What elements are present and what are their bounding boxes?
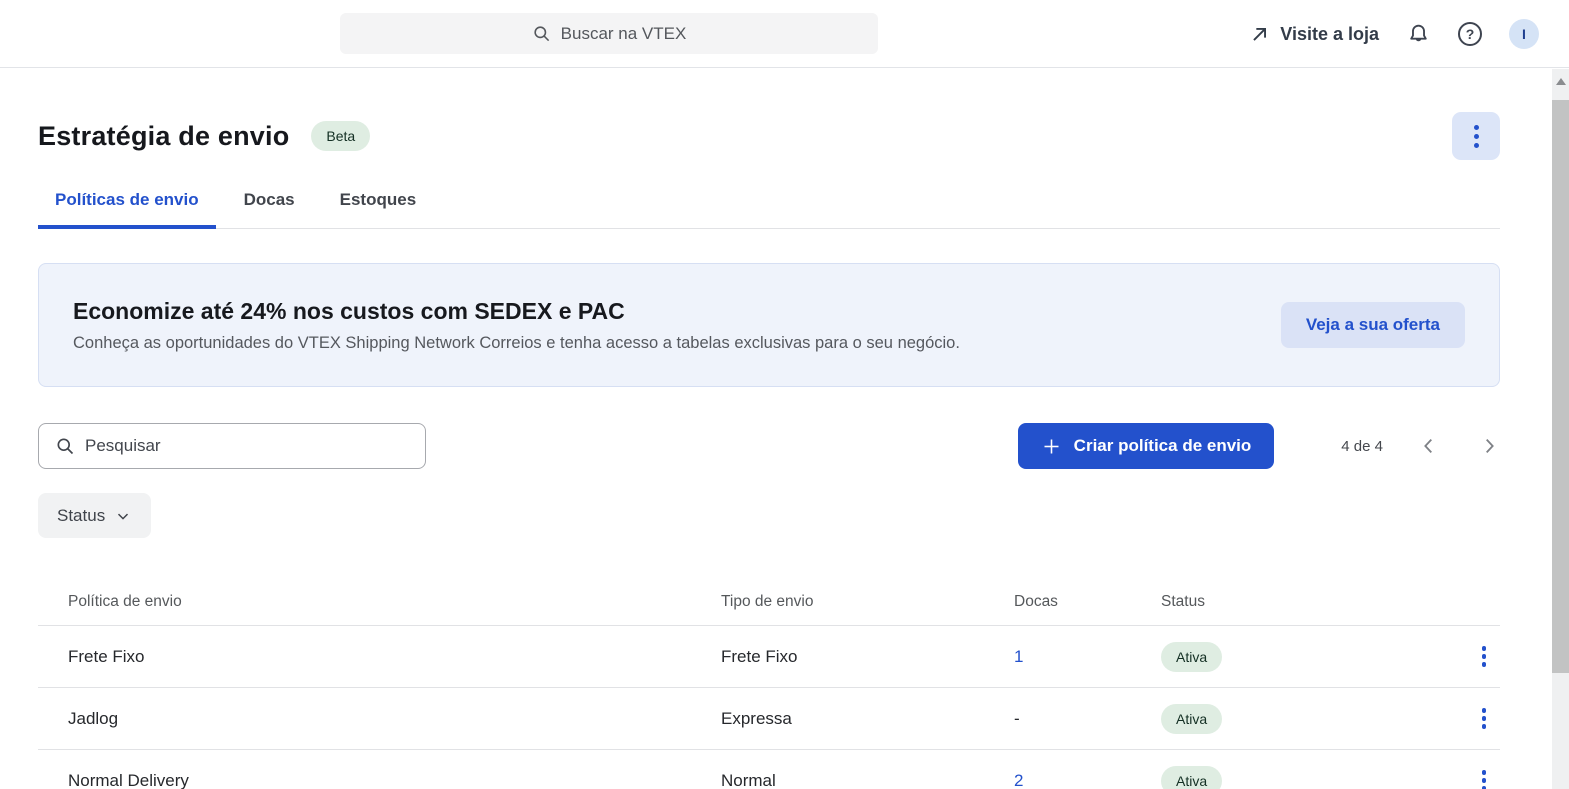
scroll-up-arrow-icon[interactable]: [1556, 78, 1566, 85]
pagination-prev-button[interactable]: [1418, 435, 1440, 457]
status-badge: Ativa: [1161, 642, 1222, 672]
arrow-up-right-icon: [1250, 25, 1269, 44]
search-icon: [532, 24, 551, 43]
kebab-icon: [1482, 708, 1487, 713]
see-offer-button[interactable]: Veja a sua oferta: [1281, 302, 1465, 348]
chevron-down-icon: [114, 507, 132, 525]
notifications-button[interactable]: [1406, 22, 1431, 47]
row-kebab-menu-button[interactable]: [1476, 764, 1493, 789]
table-row[interactable]: Jadlog Expressa - Ativa: [38, 688, 1500, 750]
visit-store-link[interactable]: Visite a loja: [1250, 24, 1379, 45]
topbar: Buscar na VTEX Visite a loja ? I: [0, 0, 1569, 68]
search-input[interactable]: [38, 423, 426, 469]
main-content: Estratégia de envio Beta Políticas de en…: [38, 68, 1500, 789]
promo-banner-title: Economize até 24% nos custos com SEDEX e…: [73, 298, 960, 325]
tab-bar: Políticas de envio Docas Estoques: [38, 190, 1500, 229]
search-icon: [55, 436, 75, 456]
pagination-count: 4 de 4: [1341, 438, 1383, 455]
global-search-placeholder: Buscar na VTEX: [561, 24, 687, 44]
tab-estoques[interactable]: Estoques: [323, 190, 434, 229]
avatar[interactable]: I: [1509, 19, 1539, 49]
status-filter-dropdown[interactable]: Status: [38, 493, 151, 538]
vertical-scrollbar[interactable]: [1552, 69, 1569, 789]
column-header-status: Status: [1161, 593, 1448, 611]
kebab-icon: [1474, 125, 1479, 130]
visit-store-label: Visite a loja: [1280, 24, 1379, 45]
docks-count-link[interactable]: 1: [1014, 647, 1023, 666]
status-badge: Ativa: [1161, 766, 1222, 789]
row-kebab-menu-button[interactable]: [1476, 702, 1493, 735]
row-kebab-menu-button[interactable]: [1476, 640, 1493, 673]
docks-count-link[interactable]: 2: [1014, 771, 1023, 789]
help-button[interactable]: ?: [1458, 22, 1482, 46]
title-group: Estratégia de envio Beta: [38, 121, 370, 152]
promo-banner-description: Conheça as oportunidades do VTEX Shippin…: [73, 334, 960, 353]
column-header-policy: Política de envio: [68, 593, 721, 611]
toolbar-right: Criar política de envio 4 de 4: [1018, 423, 1500, 469]
chevron-right-icon: [1478, 435, 1500, 457]
cell-shipping-type: Frete Fixo: [721, 647, 1014, 667]
kebab-icon: [1482, 770, 1487, 775]
search-field-wrap: [38, 423, 426, 469]
create-button-label: Criar política de envio: [1074, 436, 1252, 456]
table-header-row: Política de envio Tipo de envio Docas St…: [38, 578, 1500, 626]
status-badge: Ativa: [1161, 704, 1222, 734]
cell-policy: Normal Delivery: [68, 771, 721, 789]
shipping-policies-table: Política de envio Tipo de envio Docas St…: [38, 578, 1500, 789]
question-icon: ?: [1458, 22, 1482, 46]
promo-banner-text: Economize até 24% nos custos com SEDEX e…: [73, 298, 960, 353]
global-search-input[interactable]: Buscar na VTEX: [340, 13, 878, 54]
table-row[interactable]: Normal Delivery Normal 2 Ativa: [38, 750, 1500, 789]
cell-shipping-type: Expressa: [721, 709, 1014, 729]
table-row[interactable]: Frete Fixo Frete Fixo 1 Ativa: [38, 626, 1500, 688]
tab-politicas-de-envio[interactable]: Políticas de envio: [38, 190, 216, 229]
status-filter-label: Status: [57, 506, 105, 526]
beta-badge: Beta: [311, 121, 370, 151]
list-toolbar: Criar política de envio 4 de 4: [38, 423, 1500, 469]
avatar-initial: I: [1522, 26, 1526, 42]
docks-count-empty: -: [1014, 709, 1020, 728]
bell-icon: [1406, 22, 1431, 47]
tab-docas[interactable]: Docas: [227, 190, 312, 229]
create-shipping-policy-button[interactable]: Criar política de envio: [1018, 423, 1275, 469]
topbar-actions: Visite a loja ? I: [1250, 0, 1539, 68]
cell-policy: Frete Fixo: [68, 647, 721, 667]
column-header-docks: Docas: [1014, 593, 1161, 611]
page-header: Estratégia de envio Beta: [38, 68, 1500, 160]
cell-policy: Jadlog: [68, 709, 721, 729]
cell-shipping-type: Normal: [721, 771, 1014, 789]
pagination-next-button[interactable]: [1478, 435, 1500, 457]
page-kebab-menu-button[interactable]: [1452, 112, 1500, 160]
plus-icon: [1041, 436, 1062, 457]
scrollbar-thumb[interactable]: [1552, 100, 1569, 673]
promo-banner: Economize até 24% nos custos com SEDEX e…: [38, 263, 1500, 387]
page-title: Estratégia de envio: [38, 121, 289, 152]
chevron-left-icon: [1418, 435, 1440, 457]
kebab-icon: [1482, 646, 1487, 651]
column-header-shipping-type: Tipo de envio: [721, 593, 1014, 611]
